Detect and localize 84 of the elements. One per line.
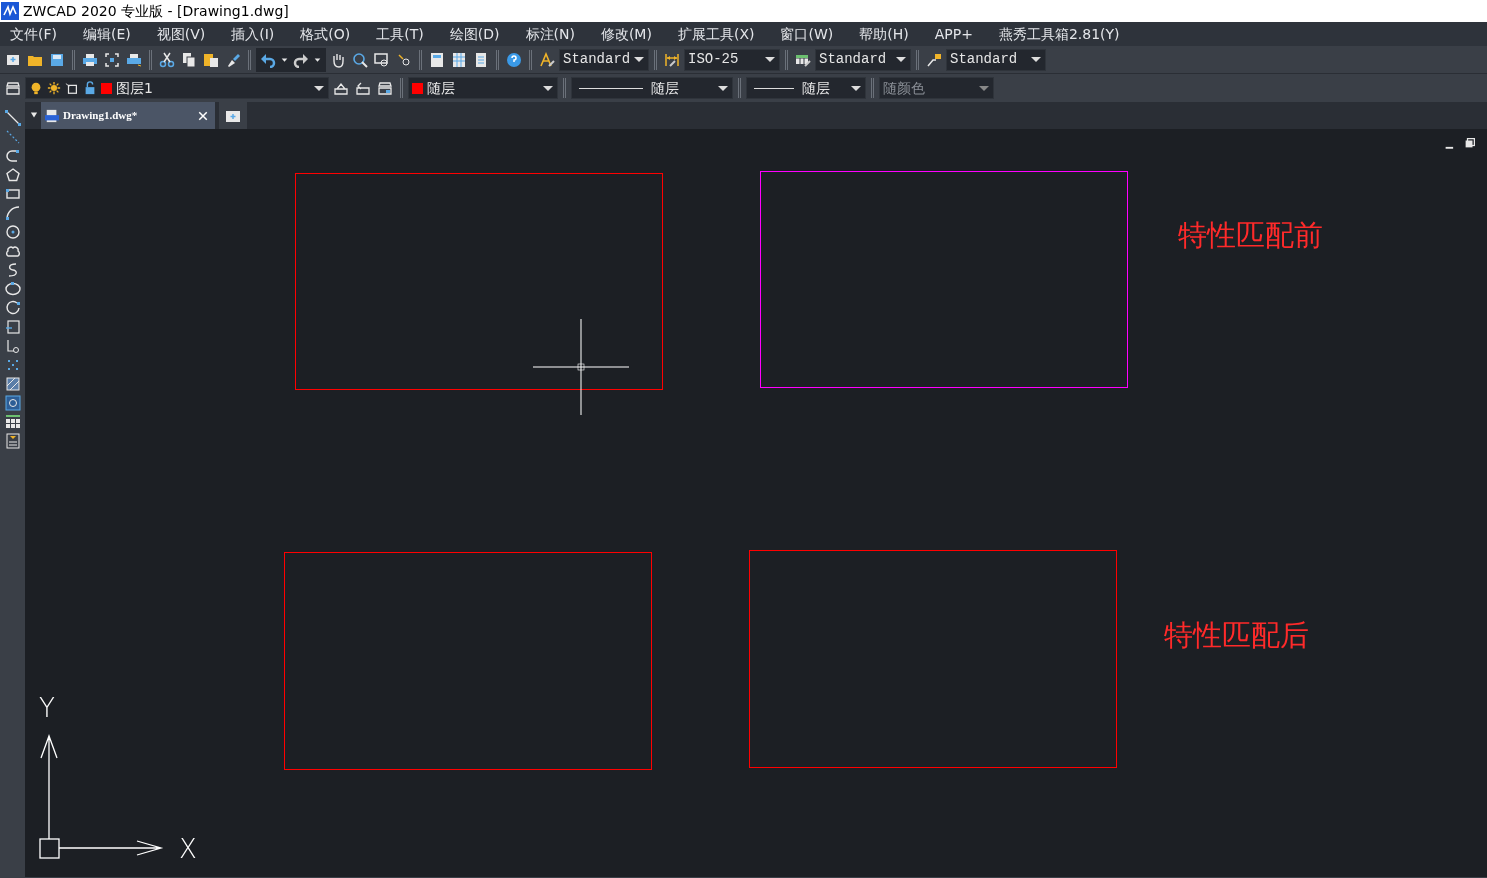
restore-icon[interactable] <box>1465 138 1475 148</box>
help-icon[interactable] <box>506 51 522 68</box>
menu-item[interactable]: 扩展工具(X) <box>677 23 781 45</box>
tab-menu-icon[interactable] <box>29 110 39 120</box>
line-icon[interactable] <box>4 110 21 126</box>
zoom-extents-icon[interactable] <box>104 51 120 68</box>
cut-icon[interactable] <box>159 51 175 68</box>
insert-block-icon[interactable] <box>4 319 21 335</box>
polyline-icon[interactable] <box>4 148 21 164</box>
redo-icon[interactable] <box>293 51 309 68</box>
menu-item[interactable]: 编辑(E) <box>83 23 157 45</box>
annotation-text: 特性匹配前 <box>1178 217 1323 254</box>
table-style-dropdown[interactable]: Standard <box>815 48 911 71</box>
region-icon[interactable] <box>4 395 21 411</box>
document-tab[interactable]: Drawing1.dwg* <box>41 102 215 129</box>
rectangle-icon[interactable] <box>4 186 21 202</box>
mtext-icon[interactable] <box>4 433 21 449</box>
color-value: 随层 <box>427 78 455 98</box>
tab-title: Drawing1.dwg* <box>63 108 139 124</box>
arc-icon[interactable] <box>4 205 21 221</box>
line-sample <box>579 87 643 89</box>
linetype-dropdown[interactable]: 随层 <box>571 77 733 99</box>
menu-item[interactable]: 修改(M) <box>600 23 678 45</box>
menu-item[interactable]: 工具(T) <box>376 23 450 45</box>
text-style-dropdown[interactable]: Standard <box>559 48 649 71</box>
copy-icon[interactable] <box>181 51 197 68</box>
ellipse-icon[interactable] <box>4 281 21 297</box>
caret-icon[interactable] <box>313 55 322 64</box>
sun-icon <box>47 81 61 95</box>
menu-item[interactable]: APP+ <box>934 23 999 45</box>
menu-item[interactable]: 标注(N) <box>525 23 601 45</box>
menu-item[interactable]: 绘图(D) <box>449 23 526 45</box>
multileader-style-dropdown[interactable]: Standard <box>946 48 1046 71</box>
layer-state-icon[interactable] <box>377 80 393 96</box>
print-icon[interactable] <box>82 51 98 68</box>
hatch-icon[interactable] <box>4 376 21 392</box>
caret-icon[interactable] <box>280 55 289 64</box>
menu-item[interactable]: 窗口(W) <box>780 23 860 45</box>
zoom-window-icon[interactable] <box>374 51 390 68</box>
elliptical-arc-icon[interactable] <box>4 300 21 316</box>
plotstyle-value: 随颜色 <box>883 78 925 98</box>
crosshair-cursor-icon <box>533 319 629 415</box>
cloud-icon[interactable] <box>4 243 21 259</box>
line-sample <box>754 87 794 89</box>
menu-item[interactable]: 插入(I) <box>231 23 301 45</box>
lock-icon <box>83 81 97 95</box>
create-block-icon[interactable] <box>4 338 21 354</box>
bulb-icon <box>29 81 43 95</box>
layer-manager-icon[interactable] <box>5 80 21 96</box>
annotation-text: 特性匹配后 <box>1164 617 1309 654</box>
menu-item[interactable]: 格式(O) <box>300 23 377 45</box>
grid-panel-icon[interactable] <box>451 51 467 68</box>
lineweight-value: 随层 <box>802 78 830 98</box>
menu-item[interactable]: 燕秀工具箱2.81(Y) <box>998 23 1146 45</box>
dimension-style-dropdown[interactable]: ISO-25 <box>684 48 780 71</box>
hand-icon[interactable] <box>330 51 346 68</box>
axis-label: Y <box>39 695 55 721</box>
close-icon[interactable] <box>197 109 209 122</box>
linetype-value: 随层 <box>651 78 679 98</box>
printer-icon[interactable] <box>126 51 142 68</box>
zoom-previous-icon[interactable] <box>396 51 412 68</box>
sheet-icon[interactable] <box>473 51 489 68</box>
layer-dropdown[interactable]: 图层1 <box>25 77 329 99</box>
circle-icon[interactable] <box>4 224 21 240</box>
color-dropdown[interactable]: 随层 <box>408 77 558 99</box>
zoom-realtime-icon[interactable] <box>352 51 368 68</box>
multileader-style-icon[interactable] <box>926 51 942 68</box>
dimension-style-icon[interactable] <box>664 51 680 68</box>
lineweight-dropdown[interactable]: 随层 <box>746 77 866 99</box>
save-icon[interactable] <box>49 51 65 68</box>
table-icon[interactable] <box>4 414 21 430</box>
paste-icon[interactable] <box>203 51 219 68</box>
layer-name: 图层1 <box>116 78 153 98</box>
menu-item[interactable]: 帮助(H) <box>859 23 935 45</box>
text-style-icon[interactable] <box>539 51 555 68</box>
brush-icon[interactable] <box>225 51 241 68</box>
window-title: ZWCAD 2020 专业版 - [Drawing1.dwg] <box>23 1 289 21</box>
calculator-icon[interactable] <box>429 51 445 68</box>
menu-item[interactable]: 文件(F) <box>10 23 83 45</box>
viewport-icon <box>65 81 79 95</box>
menu-item[interactable]: 视图(V) <box>156 23 232 45</box>
layer-previous-icon[interactable] <box>355 80 371 96</box>
axis-label: X <box>179 836 197 862</box>
pentagon-icon[interactable] <box>4 167 21 183</box>
